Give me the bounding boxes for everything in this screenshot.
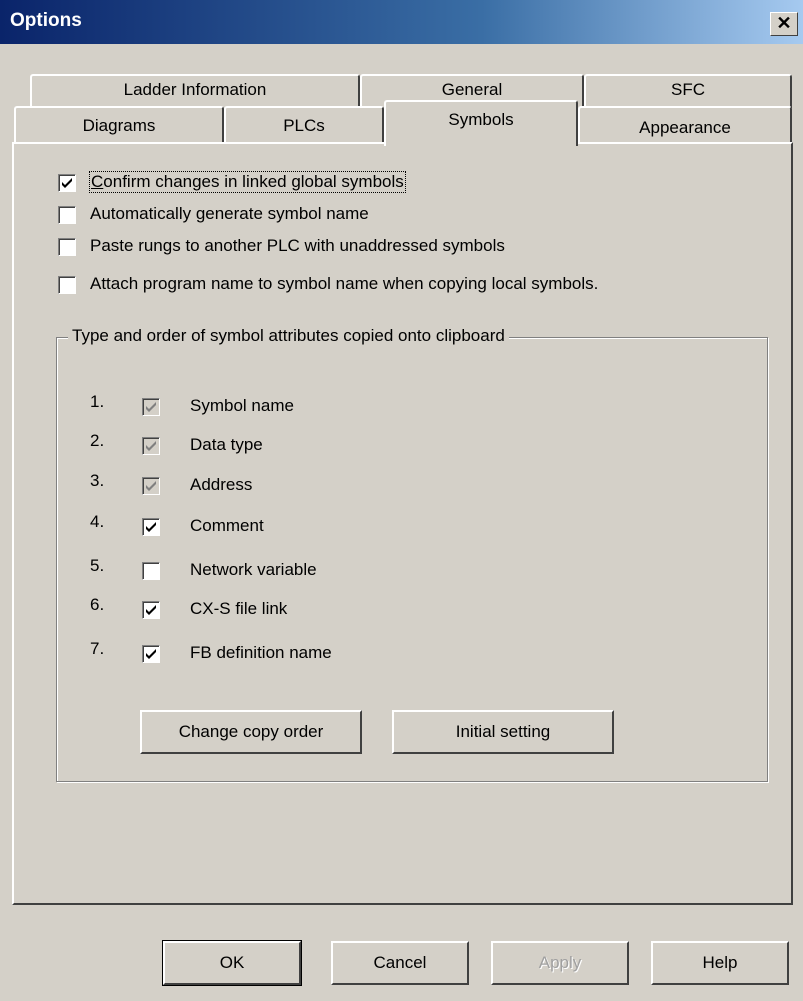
attribute-checkbox (142, 477, 160, 495)
attribute-checkbox[interactable] (142, 562, 160, 580)
checkmark-icon (146, 605, 156, 615)
tab-plcs[interactable]: PLCs (224, 106, 384, 144)
attribute-checkbox[interactable] (142, 601, 160, 619)
attribute-number: 2. (90, 431, 105, 450)
attribute-checkbox (142, 398, 160, 416)
tab-diagrams[interactable]: Diagrams (14, 106, 224, 144)
close-icon: ✕ (776, 13, 792, 33)
attribute-checkbox[interactable] (142, 518, 160, 536)
confirm-linked-checkbox[interactable] (58, 174, 76, 192)
cancel-button[interactable]: Cancel (331, 941, 469, 985)
checkmark-icon (146, 441, 156, 451)
attribute-label: Data type (190, 435, 263, 454)
attribute-label: Symbol name (190, 396, 294, 415)
auto-generate-label[interactable]: Automatically generate symbol name (90, 204, 369, 224)
attribute-label[interactable]: Network variable (190, 560, 317, 580)
checkmark-icon (146, 522, 156, 532)
checkmark-icon (146, 649, 156, 659)
attribute-number: 4. (90, 512, 105, 531)
attribute-number: 7. (90, 639, 105, 658)
checkmark-icon (146, 481, 156, 491)
initial-setting-button[interactable]: Initial setting (392, 710, 614, 754)
attribute-checkbox[interactable] (142, 645, 160, 663)
paste-rungs-checkbox[interactable] (58, 238, 76, 256)
tab-label: SFC (671, 80, 705, 99)
attribute-number: 5. (90, 556, 105, 575)
window-title: Options (10, 10, 82, 31)
attach-program-name-checkbox[interactable] (58, 276, 76, 294)
attribute-label[interactable]: FB definition name (190, 643, 332, 663)
checkmark-icon (146, 402, 156, 412)
apply-button: Apply (491, 941, 629, 985)
tab-label: Appearance (639, 118, 731, 137)
attribute-checkbox (142, 437, 160, 455)
confirm-linked-label[interactable]: Confirm changes in linked global symbols (89, 171, 406, 193)
attribute-label[interactable]: Comment (190, 516, 264, 536)
tab-label: Symbols (448, 110, 514, 129)
close-button[interactable]: ✕ (770, 12, 798, 36)
attach-program-name-label[interactable]: Attach program name to symbol name when … (90, 274, 598, 294)
attribute-label: Address (190, 475, 253, 494)
tab-ladder-information[interactable]: Ladder Information (30, 74, 360, 108)
tab-label: PLCs (283, 116, 325, 135)
tab-label: Diagrams (82, 116, 156, 135)
tab-symbols[interactable]: Symbols (384, 100, 578, 146)
tab-label: General (441, 80, 503, 99)
change-copy-order-button[interactable]: Change copy order (140, 710, 362, 754)
paste-rungs-label[interactable]: Paste rungs to another PLC with unaddres… (90, 236, 505, 256)
attribute-label[interactable]: CX-S file link (190, 599, 287, 619)
help-button[interactable]: Help (651, 941, 789, 985)
checkmark-icon (62, 178, 72, 188)
ok-button[interactable]: OK (162, 940, 302, 986)
tab-appearance[interactable]: Appearance (578, 106, 792, 144)
title-bar (0, 0, 803, 44)
auto-generate-checkbox[interactable] (58, 206, 76, 224)
attribute-number: 3. (90, 471, 105, 490)
tab-sfc[interactable]: SFC (584, 74, 792, 108)
tab-label: Ladder Information (123, 80, 267, 99)
attribute-number: 6. (90, 595, 105, 614)
attribute-number: 1. (90, 392, 105, 411)
attributes-group-title: Type and order of symbol attributes copi… (68, 326, 509, 346)
